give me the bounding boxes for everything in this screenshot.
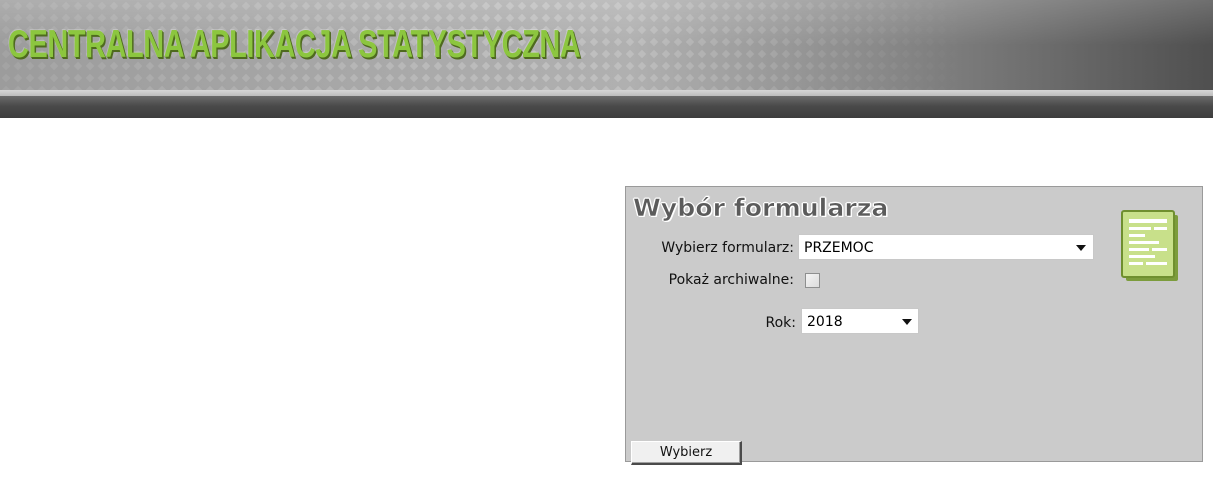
banner-dark-bar	[0, 96, 1213, 118]
form-selection-panel: Wybór formularza Wybierz formularz: PRZE…	[625, 186, 1203, 465]
form-select-label: Wybierz formularz:	[661, 240, 794, 256]
archive-checkbox-label: Pokaż archiwalne:	[668, 272, 794, 288]
form-document-icon	[1121, 210, 1178, 281]
year-select-label: Rok:	[765, 315, 797, 331]
chevron-down-icon	[1076, 245, 1086, 251]
header-banner: CENTRALNA APLIKACJA STATYSTYCZNA	[0, 0, 1213, 118]
submit-button[interactable]: Wybierz	[631, 441, 742, 465]
year-select-value: 2018	[807, 314, 843, 330]
chevron-down-icon	[902, 319, 912, 325]
archive-checkbox[interactable]	[805, 273, 820, 288]
year-select[interactable]: 2018	[801, 308, 919, 334]
form-select[interactable]: PRZEMOC	[798, 234, 1094, 260]
form-select-value: PRZEMOC	[804, 240, 874, 256]
panel-title: Wybór formularza	[633, 194, 889, 223]
app-title: CENTRALNA APLIKACJA STATYSTYCZNA	[8, 23, 581, 66]
